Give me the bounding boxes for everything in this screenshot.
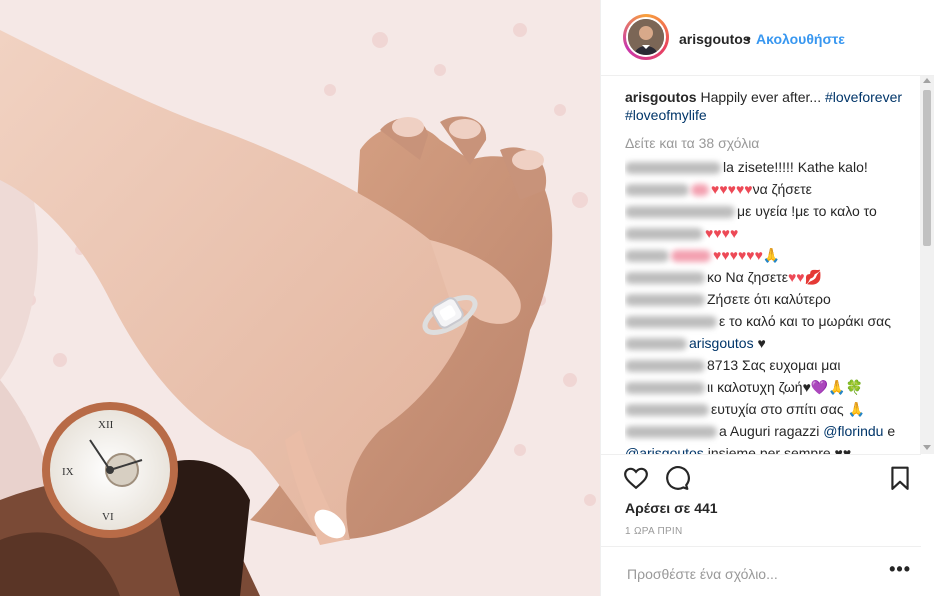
comment-item: με υγεία !με το καλο το xyxy=(625,202,919,220)
add-comment-input[interactable] xyxy=(625,565,879,583)
add-comment-bar: ••• xyxy=(601,546,921,597)
blurred-username xyxy=(625,162,721,175)
caption-text: Happily ever after... xyxy=(700,89,822,105)
scroll-thumb[interactable] xyxy=(923,90,931,246)
comment-text: Ζήσετε ότι καλύτερο xyxy=(707,291,831,307)
mention-link[interactable]: arisgoutos xyxy=(689,335,754,351)
post-image: XII IX VI xyxy=(0,0,600,596)
hearts-emoji: ♥♥♥♥ xyxy=(705,225,739,241)
avatar[interactable] xyxy=(623,14,669,60)
more-options-icon[interactable]: ••• xyxy=(889,559,911,580)
comment-item: ♥♥♥♥ xyxy=(625,224,919,242)
comment-text: e xyxy=(887,423,896,439)
blurred-text xyxy=(671,250,711,263)
comments-list: arisgoutos Happily ever after... #lovefo… xyxy=(625,88,919,454)
mention-link[interactable]: florindu xyxy=(838,423,884,439)
username-link[interactable]: arisgoutos xyxy=(679,31,751,47)
likes-count[interactable]: Αρέσει σε 441 xyxy=(625,500,718,516)
post-header: arisgoutos • Ακολουθήστε xyxy=(601,0,934,76)
comment-item: @arisgoutos insieme per sempre ♥♥ xyxy=(625,444,919,454)
bookmark-icon[interactable] xyxy=(887,465,913,491)
comment-item: ε το καλό και το μωράκι σας xyxy=(625,312,919,330)
blurred-username xyxy=(625,294,705,307)
blurred-text xyxy=(625,206,735,219)
comment-item: Ζήσετε ότι καλύτερο xyxy=(625,290,919,308)
hearts-emoji: ♥ xyxy=(757,335,766,351)
prayer-emoji: 🙏 xyxy=(847,401,865,417)
comment-text: με υγεία !με το καλο το xyxy=(737,203,877,219)
comment-item: 8713 Σας ευχομαι μαι xyxy=(625,356,919,374)
comment-text: insieme per sempre xyxy=(707,445,831,454)
caption: arisgoutos Happily ever after... #lovefo… xyxy=(625,88,919,124)
action-bar xyxy=(601,454,921,501)
blurred-username xyxy=(625,426,717,439)
comment-item: ιι καλοτυχη ζωή♥💜🙏🍀 xyxy=(625,378,919,396)
blurred-text xyxy=(691,184,709,197)
comment-text: ε το καλό και το μωράκι σας xyxy=(719,313,891,329)
scroll-down-arrow-icon[interactable] xyxy=(923,445,931,450)
view-all-comments-link[interactable]: Δείτε και τα 38 σχόλια xyxy=(625,134,919,152)
comment-text: 8713 Σας ευχομαι μαι xyxy=(707,357,841,373)
comment-text: a Auguri ragazzi xyxy=(719,423,820,439)
comment-text: la zisete!!!!! Kathe kalo! xyxy=(723,159,868,175)
blurred-text xyxy=(625,228,703,241)
comment-item: ♥♥♥♥♥να ζήσετε xyxy=(625,180,919,198)
separator-dot: • xyxy=(746,30,751,46)
comment-item: ευτυχία στο σπίτι σας 🙏 xyxy=(625,400,919,418)
hashtag-loveforever[interactable]: #loveforever xyxy=(825,89,902,105)
comment-text: ευτυχία στο σπίτι σας xyxy=(711,401,844,417)
post-panel: arisgoutos • Ακολουθήστε arisgoutos Happ… xyxy=(600,0,934,596)
hearts-emoji: ♥♥ xyxy=(834,445,852,454)
blurred-username xyxy=(625,250,669,263)
hashtag-loveofmylife[interactable]: #loveofmylife xyxy=(625,107,707,123)
post-timestamp[interactable]: 1 ΩΡΑ ΠΡΙΝ xyxy=(625,526,683,537)
blurred-text xyxy=(625,382,705,395)
comment-text: ιι καλοτυχη ζωή xyxy=(707,379,803,395)
svg-text:VI: VI xyxy=(102,511,114,523)
svg-text:XII: XII xyxy=(98,419,114,431)
hearts-emoji: ♥💜 xyxy=(802,379,829,395)
blurred-username xyxy=(625,184,689,197)
blurred-username xyxy=(625,360,705,373)
heart-icon[interactable] xyxy=(623,465,649,491)
comment-item: a Auguri ragazzi @florindu e xyxy=(625,422,919,440)
hearts-emoji: ♥♥♥♥♥♥ xyxy=(713,247,763,263)
blurred-username xyxy=(625,404,709,417)
avatar-image xyxy=(628,19,664,55)
comment-item: arisgoutos ♥ xyxy=(625,334,919,352)
blurred-text xyxy=(625,338,687,351)
hearts-emoji: ♥♥♥♥♥ xyxy=(711,181,753,197)
kiss-emoji: 💋 xyxy=(804,269,823,285)
comment-text: κο Να ζησετε xyxy=(707,269,788,285)
follow-button[interactable]: Ακολουθήστε xyxy=(756,31,845,47)
svg-text:IX: IX xyxy=(62,466,74,478)
hearts-emoji: ♥♥ xyxy=(787,269,805,285)
prayer-emoji: 🙏 xyxy=(762,247,781,263)
comment-icon[interactable] xyxy=(664,465,690,491)
clover-emoji: 🙏🍀 xyxy=(828,379,864,395)
comment-text: να ζήσετε xyxy=(752,181,812,197)
scroll-up-arrow-icon[interactable] xyxy=(923,78,931,83)
comment-item: ♥♥♥♥♥♥🙏 xyxy=(625,246,919,264)
comments-scrollbar[interactable] xyxy=(920,76,934,454)
post-photo[interactable]: XII IX VI xyxy=(0,0,600,596)
blurred-username xyxy=(625,272,705,285)
comment-item: κο Να ζησετε♥♥💋 xyxy=(625,268,919,286)
comment-item: la zisete!!!!! Kathe kalo! xyxy=(625,158,919,176)
mention-link[interactable]: arisgoutos xyxy=(639,445,704,454)
blurred-text xyxy=(625,316,717,329)
caption-username[interactable]: arisgoutos xyxy=(625,89,697,105)
